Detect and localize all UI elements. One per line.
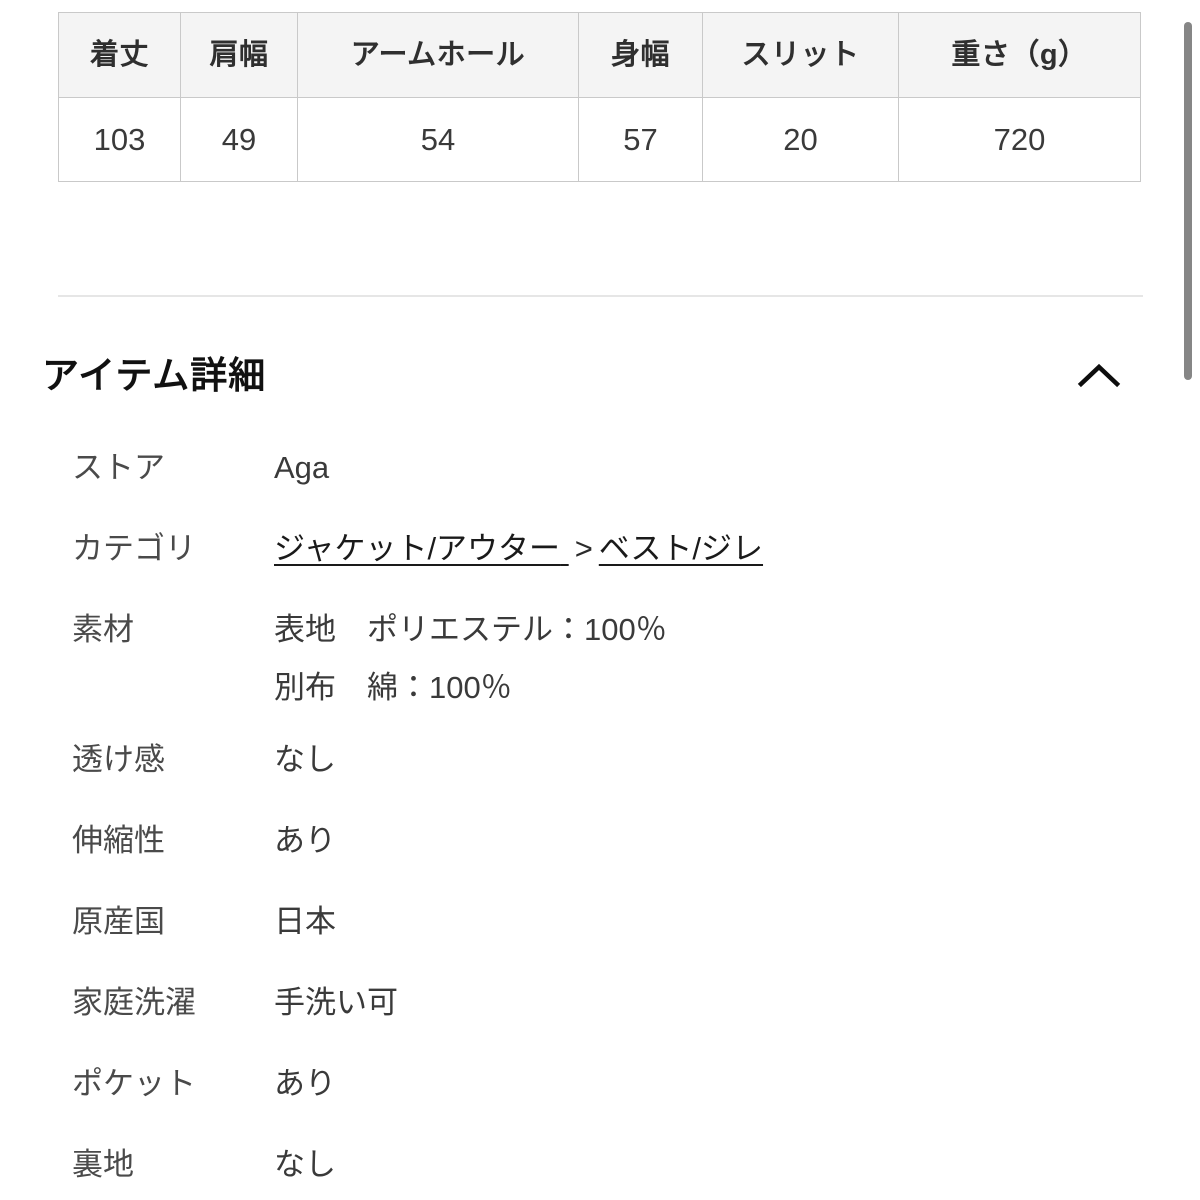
detail-label-origin: 原産国	[72, 904, 165, 939]
detail-label-category: カテゴリ	[72, 531, 196, 566]
detail-label-pocket: ポケット	[72, 1066, 196, 1101]
detail-row-stretch: 伸縮性 あり	[0, 821, 1150, 902]
vertical-scrollbar-thumb[interactable]	[1184, 22, 1192, 380]
category-link-parent[interactable]: ジャケット/アウター	[274, 531, 560, 566]
detail-value-lining: なし	[274, 1147, 336, 1182]
size-table: 着丈 肩幅 アームホール 身幅 スリット 重さ（g） 103 49 54 57 …	[58, 12, 1141, 182]
table-header-row: 着丈 肩幅 アームホール 身幅 スリット 重さ（g）	[58, 12, 1141, 98]
material-line-contrast: 別布 綿：100％	[274, 669, 512, 705]
chevron-up-icon[interactable]	[1076, 360, 1122, 390]
category-link-parent-trailing[interactable]	[560, 531, 569, 566]
table-header-cell-length: 着丈	[58, 12, 181, 98]
table-cell-weight: 720	[898, 97, 1141, 182]
detail-label-sheerness: 透け感	[72, 742, 165, 777]
table-cell-bodywidth: 57	[578, 97, 703, 182]
detail-label-washing: 家庭洗濯	[72, 985, 196, 1020]
detail-label-stretch: 伸縮性	[72, 823, 165, 858]
table-header-cell-weight: 重さ（g）	[898, 12, 1141, 98]
detail-value-washing: 手洗い可	[274, 985, 398, 1020]
section-divider	[58, 295, 1143, 297]
table-row: 103 49 54 57 20 720	[58, 97, 1141, 182]
detail-value-pocket: あり	[274, 1066, 336, 1101]
page-title: アイテム詳細	[42, 354, 267, 396]
detail-row-lining: 裏地 なし	[0, 1145, 1150, 1200]
material-line-outer: 表地 ポリエステル：100％	[274, 612, 667, 647]
detail-row-washing: 家庭洗濯 手洗い可	[0, 983, 1150, 1064]
detail-label-lining: 裏地	[72, 1147, 134, 1182]
table-cell-shoulder: 49	[180, 97, 298, 182]
size-table-header: 着丈 肩幅 アームホール 身幅 スリット 重さ（g）	[58, 12, 1141, 98]
detail-label-store: ストア	[72, 450, 165, 485]
size-table-body: 103 49 54 57 20 720	[58, 97, 1141, 182]
detail-value-category: ジャケット/アウター > ベスト/ジレ	[274, 529, 1150, 569]
detail-value-origin: 日本	[274, 904, 336, 939]
table-header-cell-bodywidth: 身幅	[578, 12, 703, 98]
detail-value-sheerness: なし	[274, 742, 336, 777]
detail-row-category: カテゴリ ジャケット/アウター > ベスト/ジレ	[0, 529, 1150, 610]
table-header-cell-armhole: アームホール	[297, 12, 579, 98]
table-header-cell-shoulder: 肩幅	[180, 12, 298, 98]
item-detail-list: ストア Aga カテゴリ ジャケット/アウター > ベスト/ジレ 素材 表地 ポリ…	[0, 448, 1150, 1200]
detail-row-pocket: ポケット あり	[0, 1064, 1150, 1145]
detail-row-origin: 原産国 日本	[0, 902, 1150, 983]
category-link-child[interactable]: ベスト/ジレ	[599, 531, 763, 566]
detail-label-material: 素材	[72, 612, 134, 647]
detail-row-material: 素材 表地 ポリエステル：100％ 別布 綿：100％	[0, 610, 1150, 740]
size-table-container: 着丈 肩幅 アームホール 身幅 スリット 重さ（g） 103 49 54 57 …	[58, 12, 1141, 182]
breadcrumb-separator: >	[574, 531, 593, 566]
detail-value-store: Aga	[274, 450, 330, 485]
detail-value-stretch: あり	[274, 823, 336, 858]
table-cell-armhole: 54	[297, 97, 579, 182]
product-detail-page: 着丈 肩幅 アームホール 身幅 スリット 重さ（g） 103 49 54 57 …	[0, 0, 1200, 1200]
item-detail-section-header[interactable]: アイテム詳細	[42, 345, 1122, 405]
table-cell-slit: 20	[702, 97, 899, 182]
detail-value-material: 表地 ポリエステル：100％ 別布 綿：100％	[274, 610, 1150, 707]
table-cell-length: 103	[58, 97, 181, 182]
table-header-cell-slit: スリット	[702, 12, 899, 98]
detail-row-store: ストア Aga	[0, 448, 1150, 529]
detail-row-sheerness: 透け感 なし	[0, 740, 1150, 821]
